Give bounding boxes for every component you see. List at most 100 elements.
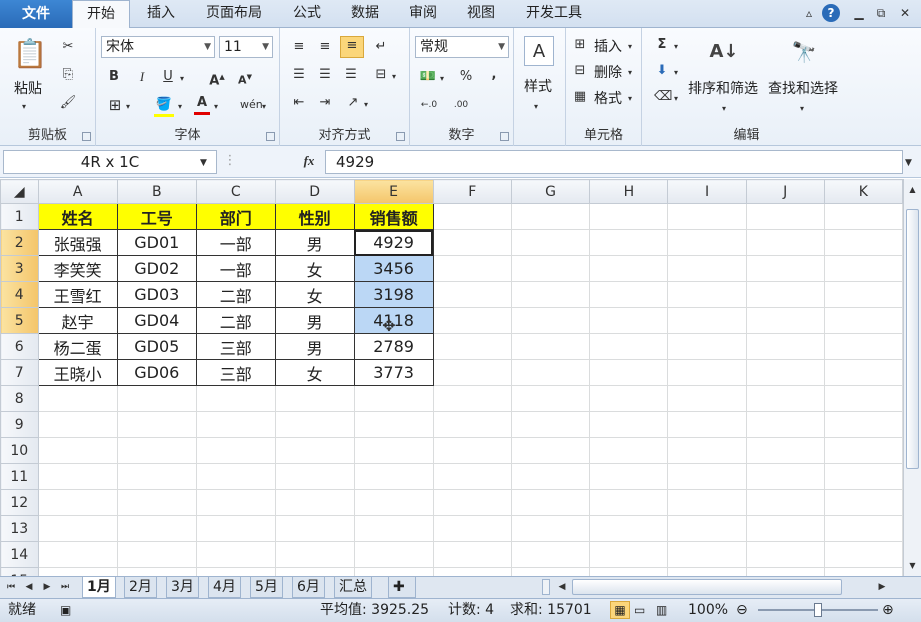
cell[interactable] xyxy=(353,437,434,464)
format-cells-icon[interactable]: ▦ xyxy=(572,88,588,106)
cell[interactable] xyxy=(432,515,512,542)
decrease-decimal-button[interactable]: .00 xyxy=(448,96,474,114)
cell[interactable] xyxy=(667,229,747,256)
cell[interactable] xyxy=(745,411,825,438)
row-header[interactable]: 14 xyxy=(0,541,39,568)
tab-page-layout[interactable]: 页面布局 xyxy=(196,0,272,28)
next-sheet-icon[interactable]: ▶ xyxy=(40,578,54,596)
tab-home[interactable]: 开始 xyxy=(72,0,130,29)
selected-cell[interactable]: 3198 xyxy=(353,281,434,308)
cut-icon[interactable]: ✂ xyxy=(58,38,78,56)
orientation-dropdown-icon[interactable]: ▾ xyxy=(364,96,368,114)
comma-button[interactable]: , xyxy=(486,66,502,84)
scroll-up-icon[interactable]: ▲ xyxy=(906,181,919,199)
cell[interactable] xyxy=(589,437,669,464)
tab-formulas[interactable]: 公式 xyxy=(282,0,332,28)
cell[interactable] xyxy=(274,385,355,412)
sort-filter-icon[interactable]: A↓ xyxy=(708,36,740,68)
sheet-tab-3[interactable]: 3月 xyxy=(166,577,199,598)
cell[interactable] xyxy=(745,359,825,386)
cell[interactable]: 二部 xyxy=(195,307,276,334)
cell[interactable] xyxy=(745,307,825,334)
cell[interactable] xyxy=(353,411,434,438)
format-cells-button[interactable]: 格式 xyxy=(594,88,622,108)
grow-font-icon[interactable]: A▲ xyxy=(208,68,226,90)
row-header[interactable]: 6 xyxy=(0,333,39,360)
cell[interactable] xyxy=(353,567,434,576)
cell[interactable] xyxy=(37,567,118,576)
column-header-d[interactable]: D xyxy=(274,179,355,204)
scroll-thumb[interactable] xyxy=(906,209,919,469)
orientation-icon[interactable]: ↗ xyxy=(344,94,362,112)
format-painter-icon[interactable]: 🖌 xyxy=(58,94,78,112)
merge-center-icon[interactable]: ⊟ xyxy=(372,66,390,84)
header-cell[interactable]: 工号 xyxy=(116,203,197,230)
cell[interactable]: 二部 xyxy=(195,281,276,308)
number-format-combo[interactable]: 常规 ▼ xyxy=(415,36,509,58)
cell[interactable] xyxy=(274,541,355,568)
cell[interactable] xyxy=(589,281,669,308)
sheet-tab-2[interactable]: 2月 xyxy=(124,577,157,598)
cell[interactable] xyxy=(667,333,747,360)
cell[interactable] xyxy=(823,255,903,282)
cell[interactable] xyxy=(432,489,512,516)
cell[interactable] xyxy=(823,567,903,576)
cell[interactable] xyxy=(823,463,903,490)
cell[interactable] xyxy=(667,567,747,576)
zoom-slider-thumb[interactable] xyxy=(814,603,822,617)
cell[interactable] xyxy=(745,385,825,412)
cell[interactable] xyxy=(510,307,591,334)
cell[interactable]: 男 xyxy=(274,333,355,360)
cell[interactable] xyxy=(432,359,512,386)
cell[interactable] xyxy=(432,411,512,438)
name-box[interactable]: 4R x 1C xyxy=(3,150,217,174)
cell[interactable] xyxy=(667,489,747,516)
row-header[interactable]: 3 xyxy=(0,255,39,282)
cell[interactable] xyxy=(353,463,434,490)
copy-icon[interactable]: ⎘ xyxy=(58,66,78,84)
prev-sheet-icon[interactable]: ◀ xyxy=(22,578,36,596)
cell[interactable] xyxy=(116,541,197,568)
cell[interactable] xyxy=(589,359,669,386)
row-header[interactable]: 5 xyxy=(0,307,39,334)
cell[interactable] xyxy=(510,489,591,516)
cell[interactable] xyxy=(353,385,434,412)
cell[interactable] xyxy=(745,515,825,542)
cell[interactable]: 赵宇 xyxy=(37,307,118,334)
paste-icon[interactable]: 📋 xyxy=(12,36,48,72)
cell[interactable] xyxy=(745,281,825,308)
cell[interactable] xyxy=(116,463,197,490)
increase-indent-icon[interactable]: ⇥ xyxy=(316,94,334,112)
insert-function-icon[interactable]: fx xyxy=(298,152,320,170)
cell[interactable] xyxy=(37,437,118,464)
sheet-tab-1[interactable]: 1月 xyxy=(82,577,116,598)
column-header-b[interactable]: B xyxy=(116,179,197,204)
cell[interactable] xyxy=(274,463,355,490)
cell[interactable] xyxy=(195,489,276,516)
cell[interactable]: 女 xyxy=(274,255,355,282)
cell[interactable] xyxy=(823,281,903,308)
cell[interactable] xyxy=(823,229,903,256)
column-header-a[interactable]: A xyxy=(37,179,118,204)
cell[interactable] xyxy=(432,385,512,412)
tab-insert[interactable]: 插入 xyxy=(138,0,184,28)
styles-icon[interactable]: A xyxy=(524,36,554,66)
font-name-combo[interactable]: 宋体 ▼ xyxy=(101,36,215,58)
italic-button[interactable]: I xyxy=(134,68,150,86)
row-header[interactable]: 10 xyxy=(0,437,39,464)
cell[interactable] xyxy=(589,463,669,490)
row-header[interactable]: 15 xyxy=(0,567,39,576)
font-color-icon[interactable]: A xyxy=(194,94,210,115)
cell[interactable] xyxy=(353,515,434,542)
cell[interactable] xyxy=(589,255,669,282)
tab-data[interactable]: 数据 xyxy=(340,0,390,28)
cell[interactable] xyxy=(589,333,669,360)
cell[interactable] xyxy=(432,463,512,490)
cell[interactable] xyxy=(510,541,591,568)
insert-dropdown-icon[interactable]: ▾ xyxy=(628,38,632,56)
borders-icon[interactable]: ⊞ xyxy=(106,96,124,114)
cell[interactable]: 一部 xyxy=(195,255,276,282)
cell[interactable] xyxy=(745,463,825,490)
cell[interactable] xyxy=(589,229,669,256)
cell[interactable] xyxy=(510,411,591,438)
